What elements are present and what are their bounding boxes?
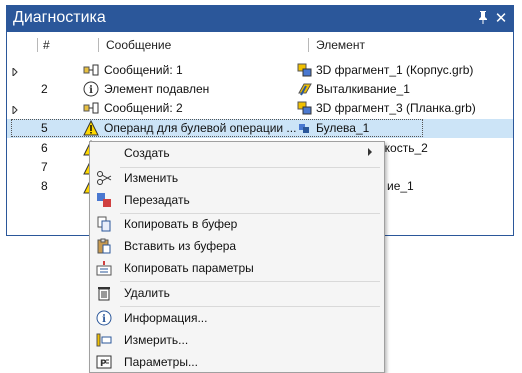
row-number: 7	[41, 160, 48, 174]
row-message: Сообщений: 1	[104, 63, 183, 77]
row-element: Булева_1	[316, 121, 370, 135]
context-menu: Создать Изменить Перезадать Копировать в…	[89, 141, 385, 373]
group-messages-icon	[83, 100, 99, 116]
row-element: ие_1	[387, 179, 414, 193]
menu-item-copy-params[interactable]: Копировать параметры	[90, 257, 384, 279]
trash-icon	[96, 285, 112, 301]
column-element[interactable]: Элемент	[316, 38, 365, 52]
row-message: Сообщений: 2	[104, 101, 183, 115]
info-icon: i	[83, 81, 99, 97]
row-element: 3D фрагмент_1 (Корпус.grb)	[316, 63, 474, 77]
table-row[interactable]: 2 i Элемент подавлен Выталкивание_1	[7, 80, 513, 99]
row-number: 6	[41, 141, 48, 155]
edit-icon	[96, 170, 112, 186]
row-message: Элемент подавлен	[104, 82, 210, 96]
column-number[interactable]: #	[43, 38, 50, 52]
pin-icon[interactable]	[475, 10, 491, 27]
svg-text:i: i	[89, 85, 93, 96]
close-icon[interactable]: ✕	[493, 9, 509, 27]
parameters-icon: P	[96, 354, 112, 370]
table-row[interactable]: Сообщений: 2 3D фрагмент_3 (Планка.grb)	[7, 99, 513, 118]
svg-text:i: i	[102, 314, 106, 325]
copy-params-icon	[96, 260, 112, 276]
menu-item-measure[interactable]: Измерить...	[90, 329, 384, 351]
row-number: 5	[41, 121, 48, 135]
column-message[interactable]: Сообщение	[106, 38, 171, 52]
row-number: 2	[41, 82, 48, 96]
menu-item-delete[interactable]: Удалить	[90, 282, 384, 304]
group-messages-icon	[83, 62, 99, 78]
table-row[interactable]: Сообщений: 1 3D фрагмент_1 (Корпус.grb)	[7, 61, 513, 80]
boolean-icon	[297, 120, 313, 136]
menu-item-paste[interactable]: Вставить из буфера	[90, 235, 384, 257]
row-element: 3D фрагмент_3 (Планка.grb)	[316, 101, 476, 115]
extrusion-icon	[297, 81, 313, 97]
expand-arrow-icon[interactable]	[11, 65, 19, 79]
svg-text:P: P	[100, 359, 107, 369]
panel-title: Диагностика	[13, 9, 106, 26]
submenu-arrow-icon	[368, 148, 372, 156]
fragment-3d-icon	[297, 62, 313, 78]
reassign-icon	[96, 192, 112, 208]
menu-item-copy[interactable]: Копировать в буфер	[90, 213, 384, 235]
copy-icon	[96, 216, 112, 232]
table-row-selected[interactable]: 5 Операнд для булевой операции ... Булев…	[7, 119, 513, 138]
table-header: # Сообщение Элемент	[7, 35, 513, 55]
row-number: 8	[41, 179, 48, 193]
paste-icon	[96, 238, 112, 254]
menu-item-params[interactable]: P Параметры...	[90, 351, 384, 373]
row-message: Операнд для булевой операции ...	[104, 121, 297, 135]
menu-item-info[interactable]: i Информация...	[90, 307, 384, 329]
warning-icon	[83, 119, 99, 136]
menu-item-edit[interactable]: Изменить	[90, 167, 384, 189]
measure-icon	[96, 332, 112, 348]
expand-arrow-icon[interactable]	[11, 103, 19, 117]
menu-item-create[interactable]: Создать	[90, 142, 384, 164]
info-icon: i	[96, 310, 112, 326]
panel-titlebar: Диагностика ✕	[7, 6, 513, 32]
menu-item-reassign[interactable]: Перезадать	[90, 189, 384, 211]
fragment-3d-icon	[297, 100, 313, 116]
row-element: Выталкивание_1	[316, 82, 410, 96]
